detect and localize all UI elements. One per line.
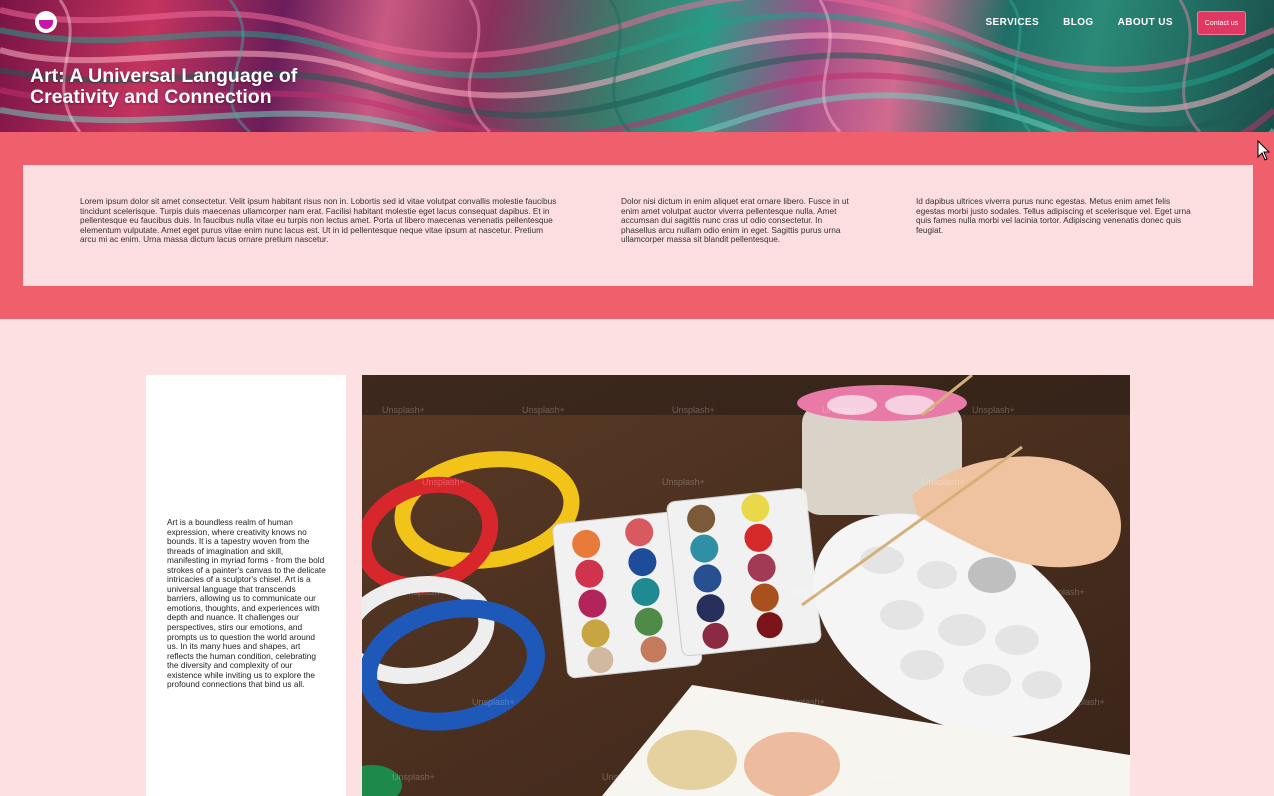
- svg-text:Unsplash+: Unsplash+: [662, 477, 705, 487]
- svg-text:Unsplash+: Unsplash+: [1062, 697, 1105, 707]
- hero-banner: SERVICES BLOG ABOUT US Contact us Art: A…: [0, 0, 1274, 132]
- logo-icon[interactable]: [35, 11, 57, 33]
- svg-text:Unsplash+: Unsplash+: [782, 697, 825, 707]
- art-description-text: Art is a boundless realm of human expres…: [167, 517, 326, 690]
- contact-us-button[interactable]: Contact us: [1197, 11, 1246, 35]
- svg-text:Unsplash+: Unsplash+: [1042, 587, 1085, 597]
- main-nav: SERVICES BLOG ABOUT US Contact us: [961, 11, 1246, 35]
- art-supplies-photo: Unsplash+ Unsplash+ Unsplash+ Unsplash+ …: [362, 375, 1130, 796]
- intro-column-3: Id dapibus ultrices viverra purus nunc e…: [916, 196, 1191, 235]
- svg-text:Unsplash+: Unsplash+: [472, 697, 515, 707]
- svg-text:Unsplash+: Unsplash+: [402, 587, 445, 597]
- intro-card: Lorem ipsum dolor sit amet consectetur. …: [23, 165, 1253, 286]
- intro-column-1: Lorem ipsum dolor sit amet consectetur. …: [80, 196, 557, 245]
- svg-text:Unsplash+: Unsplash+: [792, 587, 835, 597]
- svg-text:Unsplash+: Unsplash+: [392, 772, 435, 782]
- svg-text:Unsplash+: Unsplash+: [862, 772, 905, 782]
- svg-text:Unsplash+: Unsplash+: [382, 405, 425, 415]
- svg-text:Unsplash+: Unsplash+: [422, 477, 465, 487]
- intro-band: Lorem ipsum dolor sit amet consectetur. …: [0, 132, 1274, 319]
- page-title: Art: A Universal Language of Creativity …: [30, 65, 298, 108]
- art-description-card: Art is a boundless realm of human expres…: [146, 375, 346, 796]
- mouse-cursor-icon: [1257, 140, 1271, 161]
- svg-text:Unsplash+: Unsplash+: [522, 405, 565, 415]
- watercolor-painting-image: Unsplash+ Unsplash+ Unsplash+ Unsplash+ …: [362, 375, 1130, 796]
- intro-column-2: Dolor nisi dictum in enim aliquet erat o…: [621, 196, 849, 245]
- svg-text:Unsplash+: Unsplash+: [922, 477, 965, 487]
- svg-text:Unsplash+: Unsplash+: [602, 772, 645, 782]
- svg-text:Unsplash+: Unsplash+: [672, 405, 715, 415]
- nav-about-us[interactable]: ABOUT US: [1118, 12, 1173, 34]
- nav-blog[interactable]: BLOG: [1063, 12, 1094, 34]
- svg-text:Unsplash+: Unsplash+: [822, 405, 865, 415]
- nav-services[interactable]: SERVICES: [985, 12, 1039, 34]
- svg-text:Unsplash+: Unsplash+: [972, 405, 1015, 415]
